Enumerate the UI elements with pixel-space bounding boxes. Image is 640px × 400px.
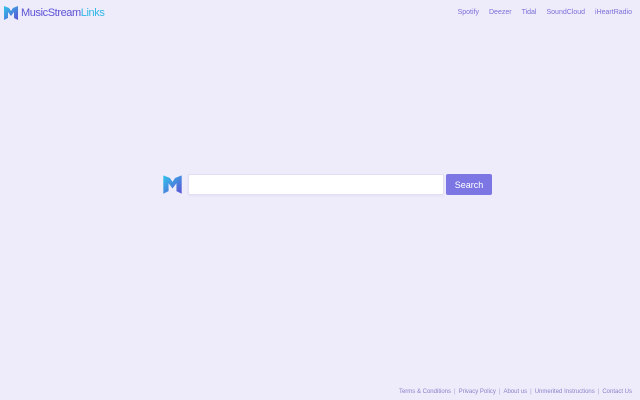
search-button[interactable]: Search (446, 174, 492, 195)
footer-link-contact[interactable]: Contact Us (602, 389, 632, 395)
footer-link-terms[interactable]: Terms & Conditions (399, 389, 451, 395)
footer-separator: | (454, 389, 456, 395)
page: MusicStreamLinks Spotify Deezer Tidal So… (0, 0, 640, 400)
nav-link-tidal[interactable]: Tidal (522, 9, 537, 16)
footer-link-instructions[interactable]: Unmerited Instructions (535, 389, 595, 395)
footer-link-about[interactable]: About us (503, 389, 527, 395)
msl-logo-icon (163, 175, 182, 194)
footer-link-privacy[interactable]: Privacy Policy (459, 389, 496, 395)
brand-name-main: MusicStream (21, 7, 81, 19)
footer: Terms & Conditions | Privacy Policy | Ab… (399, 389, 632, 395)
msl-logo-icon (4, 6, 18, 20)
search-input[interactable] (188, 174, 444, 195)
brand-name: MusicStreamLinks (21, 7, 105, 19)
brand-name-tail: Links (80, 7, 105, 19)
top-nav: Spotify Deezer Tidal SoundCloud iHeartRa… (448, 9, 632, 16)
footer-separator: | (498, 389, 501, 395)
nav-link-spotify[interactable]: Spotify (458, 9, 479, 16)
header: MusicStreamLinks Spotify Deezer Tidal So… (0, 0, 640, 28)
footer-separator: | (530, 389, 532, 395)
nav-link-soundcloud[interactable]: SoundCloud (547, 9, 586, 16)
footer-separator: | (597, 389, 600, 395)
nav-link-iheartradio[interactable]: iHeartRadio (595, 9, 632, 16)
nav-link-deezer[interactable]: Deezer (489, 9, 512, 16)
brand-link[interactable]: MusicStreamLinks (4, 5, 105, 21)
search-bar: Search (163, 174, 492, 195)
